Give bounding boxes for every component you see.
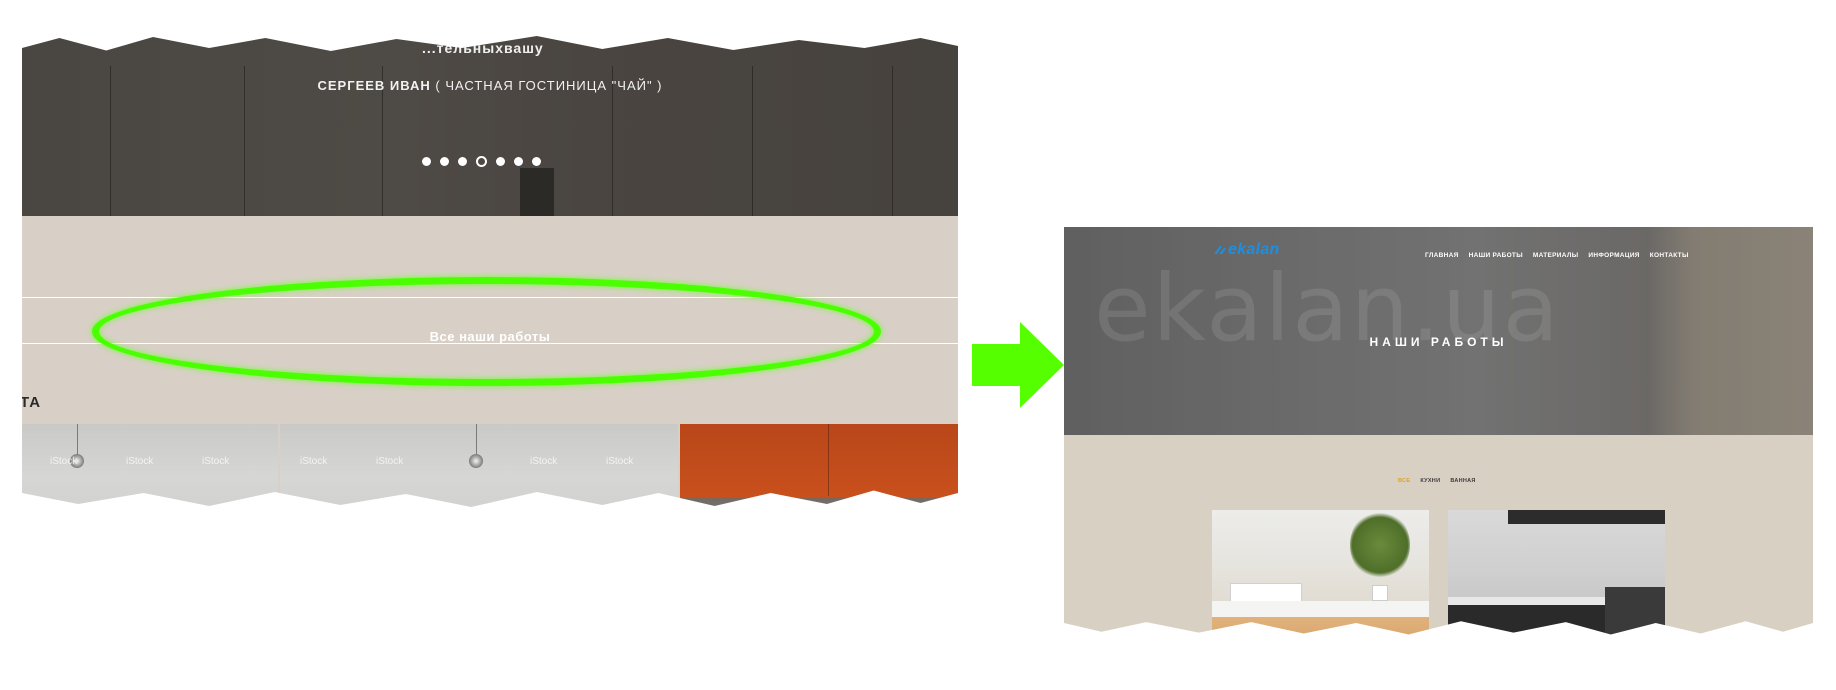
- highlight-oval: [92, 277, 881, 386]
- card-watermark: ekalan.ua: [1282, 641, 1378, 666]
- slider-dot-active[interactable]: [476, 156, 487, 167]
- watermark: iStock: [606, 456, 634, 467]
- testimonial-partial-text: ...тельныхвашу: [422, 40, 544, 56]
- spot-light: [634, 512, 641, 519]
- slider-dot[interactable]: [496, 157, 505, 166]
- spot-light: [244, 512, 251, 519]
- works-gallery: ВСЕ КУХНИ ВАННАЯ ekalan.ua: [1064, 435, 1813, 666]
- slider-dot[interactable]: [458, 157, 467, 166]
- slider-dot[interactable]: [422, 157, 431, 166]
- slider-dot[interactable]: [440, 157, 449, 166]
- after-screenshot-panel: ekalan.ua ekalan ГЛАВНАЯ НАШИ РАБОТЫ МАТ…: [1064, 227, 1813, 666]
- page-title: НАШИ РАБОТЫ: [1369, 335, 1508, 349]
- testimonial-author: СЕРГЕЕВ ИВАН ( ЧАСТНАЯ ГОСТИНИЦА "ЧАЙ" ): [22, 78, 958, 93]
- portfolio-thumbnail[interactable]: iStock iStock iStock iStock: [280, 424, 678, 525]
- nav-item-contacts[interactable]: КОНТАКТЫ: [1650, 252, 1689, 259]
- watermark: iStock: [530, 456, 558, 467]
- watermark: iStock: [300, 456, 328, 467]
- main-nav: ГЛАВНАЯ НАШИ РАБОТЫ МАТЕРИАЛЫ ИНФОРМАЦИЯ…: [1425, 252, 1689, 259]
- watermark: iStock: [50, 456, 78, 467]
- slider-dot[interactable]: [514, 157, 523, 166]
- nav-item-info[interactable]: ИНФОРМАЦИЯ: [1588, 252, 1639, 259]
- filter-all[interactable]: ВСЕ: [1398, 478, 1410, 484]
- hero-banner: ekalan.ua ekalan ГЛАВНАЯ НАШИ РАБОТЫ МАТ…: [1064, 227, 1813, 435]
- site-logo[interactable]: ekalan: [1214, 241, 1280, 259]
- spot-light: [730, 502, 737, 507]
- logo-icon: [1214, 246, 1226, 254]
- watermark: iStock: [376, 456, 404, 467]
- portfolio-thumbnail[interactable]: iStock iStock iStock: [22, 424, 278, 519]
- portfolio-thumbnail[interactable]: [680, 424, 958, 507]
- section-heading: ТА: [22, 394, 42, 411]
- testimonial-slider: ...тельныхвашу СЕРГЕЕВ ИВАН ( ЧАСТНАЯ ГО…: [22, 36, 958, 216]
- spot-light: [340, 518, 347, 525]
- nav-item-works[interactable]: НАШИ РАБОТЫ: [1469, 252, 1523, 259]
- logo-text: ekalan: [1228, 241, 1280, 258]
- slider-pagination: [422, 156, 541, 167]
- spot-light: [838, 502, 845, 507]
- filter-bathroom[interactable]: ВАННАЯ: [1450, 478, 1475, 484]
- sink-image: [1230, 583, 1302, 603]
- nav-item-materials[interactable]: МАТЕРИАЛЫ: [1533, 252, 1579, 259]
- watermark: iStock: [126, 456, 154, 467]
- filter-kitchens[interactable]: КУХНИ: [1420, 478, 1440, 484]
- spot-light: [930, 502, 937, 507]
- work-card-bathroom[interactable]: ekalan.ua: [1212, 510, 1429, 666]
- nav-item-home[interactable]: ГЛАВНАЯ: [1425, 252, 1459, 259]
- author-name: СЕРГЕЕВ ИВАН: [317, 78, 431, 93]
- slider-dot[interactable]: [532, 157, 541, 166]
- ceiling-lamp: [469, 454, 483, 468]
- arrow-right-icon: [972, 322, 1064, 408]
- cabinet-handle: [520, 168, 554, 216]
- plant-image: [1350, 510, 1410, 580]
- work-card-kitchen[interactable]: [1448, 510, 1665, 635]
- author-company: ( ЧАСТНАЯ ГОСТИНИЦА "ЧАЙ" ): [435, 78, 663, 93]
- category-filters: ВСЕ КУХНИ ВАННАЯ: [1398, 478, 1476, 484]
- before-screenshot-panel: ...тельныхвашу СЕРГЕЕВ ИВАН ( ЧАСТНАЯ ГО…: [22, 36, 958, 525]
- watermark: iStock: [202, 456, 230, 467]
